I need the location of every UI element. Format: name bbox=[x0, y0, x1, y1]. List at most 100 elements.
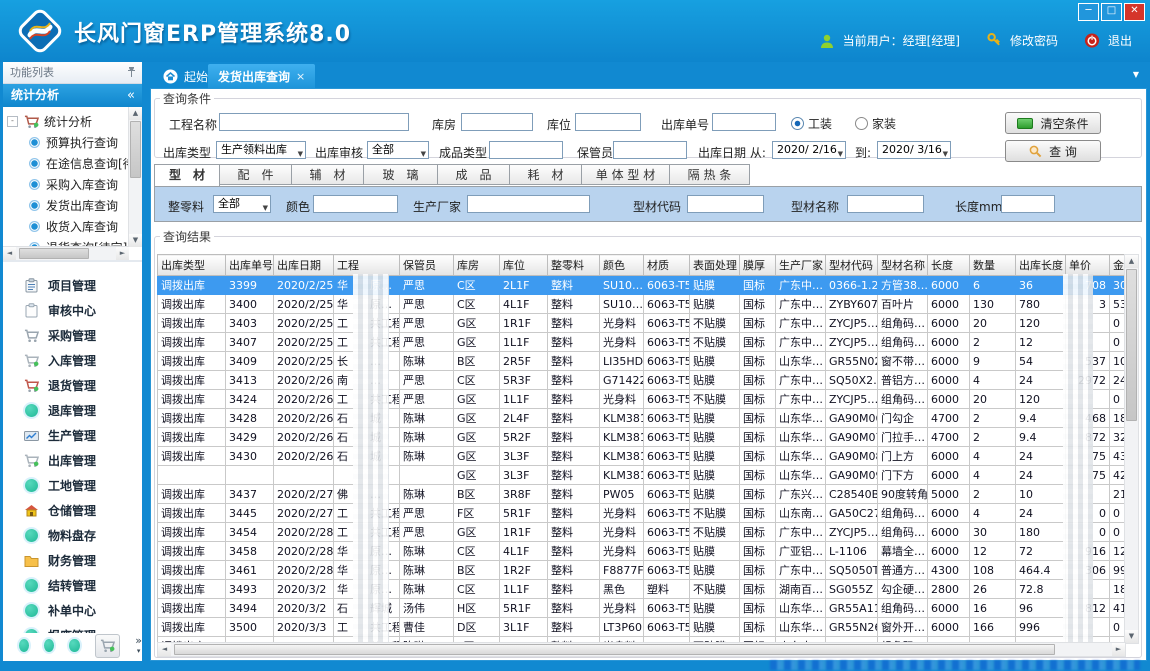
logout-link[interactable]: 退出 bbox=[1108, 32, 1132, 49]
table-row[interactable]: 调拨出库34032020/2/25工 共工程严思G区1R1F整料光身料6063-… bbox=[158, 314, 1127, 333]
scroll-thumb[interactable] bbox=[174, 644, 1055, 655]
column-header[interactable]: 颜色 bbox=[600, 255, 644, 276]
table-row[interactable]: 调拨出库34132020/2/26南 …严思C区5R3F整料G714226063… bbox=[158, 371, 1127, 390]
table-row[interactable]: 调拨出库34092020/2/25长 …陈琳B区2R5F整料LI35HD6063… bbox=[158, 352, 1127, 371]
tree-root[interactable]: - 统计分析 bbox=[7, 111, 128, 132]
tree-item-return-query[interactable]: 退货查询[待定] bbox=[7, 237, 128, 246]
table-row[interactable]: 调拨出库34292020/2/26石 城陈琳G区5R2F整料KLM3817606… bbox=[158, 428, 1127, 447]
column-header[interactable]: 出库日期 bbox=[274, 255, 334, 276]
column-header[interactable]: 工程 bbox=[334, 255, 400, 276]
order-no-input[interactable] bbox=[712, 113, 776, 131]
tab-ship-out-query[interactable]: 发货出库查询 × bbox=[208, 64, 315, 88]
scroll-down-icon[interactable]: ▼ bbox=[129, 234, 142, 247]
scroll-thumb[interactable] bbox=[19, 248, 89, 259]
column-header[interactable]: 材质 bbox=[644, 255, 690, 276]
table-row[interactable]: 调拨出库34932020/3/2华 原…陈琳C区1L1F整料黑色塑料不贴膜国标湖… bbox=[158, 580, 1127, 599]
table-row[interactable]: 调拨出库33992020/2/25华 原…严思C区2L1F整料SU10…6063… bbox=[158, 276, 1127, 295]
tab-close-icon[interactable]: × bbox=[296, 70, 305, 83]
warehouse-input[interactable] bbox=[461, 113, 533, 131]
column-header[interactable]: 库房 bbox=[454, 255, 500, 276]
column-header[interactable]: 型材代码 bbox=[826, 255, 878, 276]
sidebar-section-header[interactable]: 统计分析 « bbox=[3, 84, 142, 107]
table-row[interactable]: 调拨出库34612020/2/28华 原…陈琳B区1R2F整料F8877FT60… bbox=[158, 561, 1127, 580]
tab-profile[interactable]: 型 材 bbox=[154, 164, 220, 187]
tree-item-ship-out-query[interactable]: 发货出库查询 bbox=[7, 195, 128, 216]
minimize-button[interactable]: ─ bbox=[1078, 3, 1099, 21]
date-from-picker[interactable]: 2020/ 2/16▼ bbox=[772, 141, 846, 159]
tab-thermal-strip[interactable]: 隔 热 条 bbox=[670, 164, 750, 185]
cart-shortcut-button[interactable] bbox=[95, 634, 121, 658]
column-header[interactable]: 库位 bbox=[500, 255, 548, 276]
color-input[interactable] bbox=[313, 195, 398, 213]
tree-item-budget-query[interactable]: 预算执行查询 bbox=[7, 132, 128, 153]
clear-conditions-button[interactable]: 清空条件 bbox=[1005, 112, 1101, 134]
table-vertical-scrollbar[interactable]: ▲ ▼ bbox=[1124, 254, 1139, 644]
manufacturer-input[interactable] bbox=[467, 195, 590, 213]
tab-single-profile[interactable]: 单 体 型 材 bbox=[582, 164, 670, 185]
column-header[interactable]: 膜厚 bbox=[740, 255, 776, 276]
scroll-up-icon[interactable]: ▲ bbox=[129, 107, 142, 120]
column-header[interactable]: 表面处理 bbox=[690, 255, 740, 276]
scroll-down-icon[interactable]: ▼ bbox=[1125, 630, 1138, 643]
circle-icon[interactable] bbox=[19, 639, 29, 652]
column-header[interactable]: 出库单号 bbox=[226, 255, 274, 276]
sidebar-item-audit[interactable]: 审核中心 bbox=[3, 298, 142, 323]
radio-gongzhuang[interactable]: 工装 bbox=[791, 115, 832, 132]
tab-finished[interactable]: 成 品 bbox=[438, 164, 510, 185]
column-header[interactable]: 生产厂家 bbox=[776, 255, 826, 276]
radio-jiazhuang[interactable]: 家装 bbox=[855, 115, 896, 132]
tab-overflow-icon[interactable]: ▼ bbox=[1133, 70, 1139, 79]
tab-glass[interactable]: 玻 璃 bbox=[364, 164, 438, 185]
table-row[interactable]: 调拨出库34372020/2/27佛 …陈琳B区3R8F整料PW056063-T… bbox=[158, 485, 1127, 504]
sidebar-item-returns[interactable]: 退货管理 bbox=[3, 373, 142, 398]
change-password-link[interactable]: 修改密码 bbox=[1010, 32, 1058, 49]
sidebar-item-warehouse[interactable]: 仓储管理 bbox=[3, 498, 142, 523]
scroll-up-icon[interactable]: ▲ bbox=[1125, 255, 1138, 268]
search-button[interactable]: 查 询 bbox=[1005, 140, 1101, 162]
column-header[interactable]: 数量 bbox=[970, 255, 1016, 276]
table-row[interactable]: 调拨出库34302020/2/26石 城陈琳G区3L3F整料KLM3817606… bbox=[158, 447, 1127, 466]
scroll-thumb[interactable] bbox=[130, 121, 141, 178]
table-row[interactable]: G区3L3F整料KLM38176063-T5贴膜国标山东华…GA90M09.门下… bbox=[158, 466, 1127, 485]
table-horizontal-scrollbar[interactable]: ◄ ► bbox=[157, 642, 1126, 657]
scroll-right-icon[interactable]: ► bbox=[116, 247, 129, 260]
table-row[interactable]: 调拨出库34282020/2/26石 城陈琳G区2L4F整料KLM3817606… bbox=[158, 409, 1127, 428]
date-to-picker[interactable]: 2020/ 3/16▼ bbox=[877, 141, 951, 159]
whole-part-select[interactable]: 全部▼ bbox=[213, 195, 271, 213]
pin-icon[interactable] bbox=[127, 66, 136, 78]
scroll-thumb[interactable] bbox=[1126, 269, 1137, 421]
scroll-right-icon[interactable]: ► bbox=[1112, 643, 1125, 656]
profile-code-input[interactable] bbox=[687, 195, 764, 213]
more-chevron-icon[interactable]: »▾ bbox=[135, 636, 142, 656]
table-row[interactable]: 调拨出库34242020/2/26工 共工程严思G区1L1F整料光身料6063-… bbox=[158, 390, 1127, 409]
column-header[interactable]: 出库类型 bbox=[158, 255, 226, 276]
keeper-input[interactable] bbox=[613, 141, 687, 159]
project-name-input[interactable] bbox=[219, 113, 409, 131]
sidebar-item-carryover[interactable]: 结转管理 bbox=[3, 573, 142, 598]
sidebar-item-site[interactable]: 工地管理 bbox=[3, 473, 142, 498]
circle-icon[interactable] bbox=[69, 639, 79, 652]
maximize-button[interactable]: □ bbox=[1101, 3, 1122, 21]
sidebar-item-inbound[interactable]: 入库管理 bbox=[3, 348, 142, 373]
sidebar-item-scrap[interactable]: 报废管理 bbox=[3, 623, 142, 633]
close-button[interactable]: ✕ bbox=[1124, 3, 1145, 21]
sidebar-item-inventory[interactable]: 物料盘存 bbox=[3, 523, 142, 548]
tab-accessory[interactable]: 配 件 bbox=[220, 164, 292, 185]
tree-item-purchase-in-query[interactable]: 采购入库查询 bbox=[7, 174, 128, 195]
tree-item-receive-in-query[interactable]: 收货入库查询 bbox=[7, 216, 128, 237]
sidebar-item-return-store[interactable]: 退库管理 bbox=[3, 398, 142, 423]
column-header[interactable]: 型材名称 bbox=[878, 255, 928, 276]
tree-vertical-scrollbar[interactable]: ▲ ▼ bbox=[128, 107, 142, 247]
scroll-left-icon[interactable]: ◄ bbox=[158, 643, 171, 656]
table-row[interactable]: 调拨出库34002020/2/25华 原…严思C区4L1F整料SU10…6063… bbox=[158, 295, 1127, 314]
circle-icon[interactable] bbox=[44, 639, 54, 652]
table-row[interactable]: 调拨出库34582020/2/28华 原…陈琳C区4L1F整料光身料6063-T… bbox=[158, 542, 1127, 561]
column-header[interactable]: 保管员 bbox=[400, 255, 454, 276]
table-row[interactable]: 调拨出库34942020/3/2石 辉城汤伟H区5R1F整料光身料6063-T5… bbox=[158, 599, 1127, 618]
tab-consumable[interactable]: 耗 材 bbox=[510, 164, 582, 185]
tree-expander-icon[interactable]: - bbox=[7, 116, 18, 127]
tree-item-transit-query[interactable]: 在途信息查询[待 bbox=[7, 153, 128, 174]
sidebar-item-production[interactable]: 生产管理 bbox=[3, 423, 142, 448]
profile-name-input[interactable] bbox=[847, 195, 924, 213]
table-row[interactable]: 调拨出库34542020/2/28工 共工程严思G区1R1F整料光身料6063-… bbox=[158, 523, 1127, 542]
